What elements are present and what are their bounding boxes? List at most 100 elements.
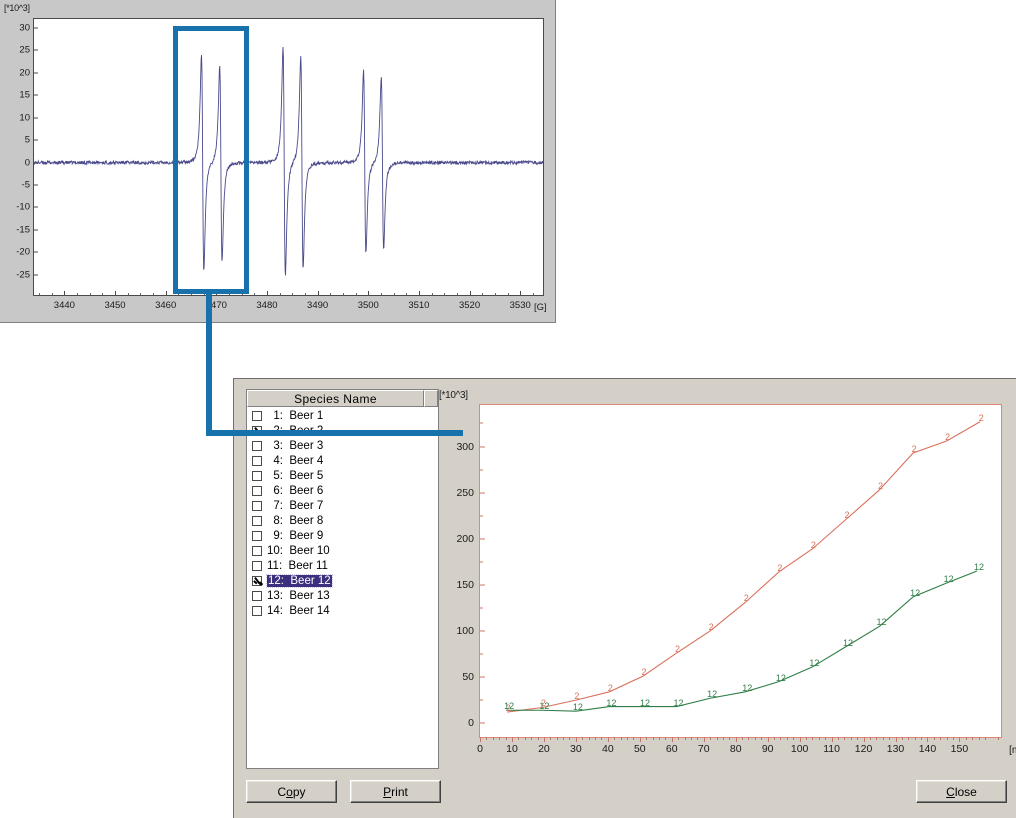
- zoom-region-highlight-box: [173, 26, 249, 294]
- species-extra-column-header[interactable]: [424, 390, 438, 407]
- close-button[interactable]: Close: [916, 780, 1007, 803]
- spectrum-y-tick-label: -5: [21, 179, 30, 191]
- kinetics-y-tick-mark: [480, 630, 485, 632]
- kinetics-data-point-label: 2: [911, 443, 917, 454]
- kinetics-y-minor-tick: [480, 653, 483, 655]
- species-checkbox[interactable]: [252, 560, 262, 571]
- species-list-item[interactable]: 7: Beer 7: [247, 498, 438, 513]
- kinetics-data-point-label: 12: [910, 587, 921, 598]
- kinetics-x-minor-tick: [710, 737, 712, 740]
- species-item-label: 13: Beer 13: [267, 589, 330, 602]
- kinetics-data-point-label: 12: [639, 697, 651, 708]
- species-list-item[interactable]: 12: Beer 12: [247, 573, 438, 588]
- spectrum-y-tick-mark: [34, 49, 38, 51]
- kinetics-x-minor-tick: [531, 737, 533, 740]
- spectrum-x-minor-tick: [77, 293, 79, 295]
- kinetics-x-tick-mark: [895, 737, 897, 742]
- spectrum-x-minor-tick: [102, 293, 104, 295]
- kinetics-x-tick-label: 140: [918, 743, 937, 755]
- print-label-post: rint: [391, 784, 408, 799]
- kinetics-x-tick-mark: [671, 737, 673, 742]
- kinetics-x-tick-label: 60: [665, 743, 678, 755]
- spectrum-y-tick-label: 20: [19, 67, 30, 79]
- species-checkbox[interactable]: [252, 575, 262, 586]
- kinetics-data-point-label: 2: [675, 644, 681, 655]
- kinetics-x-minor-tick: [658, 737, 660, 740]
- spectrum-y-tick-label: -10: [16, 201, 30, 213]
- kinetics-y-tick-label: 0: [468, 717, 474, 730]
- species-list-item[interactable]: 9: Beer 9: [247, 528, 438, 543]
- species-checkbox[interactable]: [252, 530, 262, 541]
- kinetics-x-minor-tick: [627, 737, 629, 740]
- spectrum-x-minor-tick: [51, 293, 53, 295]
- copy-button[interactable]: Co py: [246, 780, 337, 803]
- kinetics-y-tick-mark: [480, 492, 485, 494]
- species-checkbox[interactable]: [252, 455, 262, 466]
- species-list-item[interactable]: 5: Beer 5: [247, 468, 438, 483]
- species-list-item[interactable]: 14: Beer 14: [247, 603, 438, 618]
- species-checkbox[interactable]: [252, 485, 262, 496]
- species-list-item[interactable]: 10: Beer 10: [247, 543, 438, 558]
- species-item-label: 3: Beer 3: [267, 439, 324, 452]
- species-list-header: Species Name: [247, 390, 438, 407]
- copy-label-post: py: [292, 784, 306, 799]
- spectrum-x-minor-tick: [482, 293, 484, 295]
- kinetics-x-minor-tick: [697, 737, 699, 740]
- kinetics-x-tick-label: 110: [823, 743, 840, 755]
- spectrum-y-unit-label: [*10^3]: [4, 3, 30, 13]
- species-list-item[interactable]: 1: Beer 1: [247, 408, 438, 423]
- spectrum-y-tick-mark: [34, 251, 38, 253]
- kinetics-x-tick-mark: [927, 737, 929, 742]
- kinetics-x-tick-mark: [703, 737, 705, 742]
- kinetics-x-minor-tick: [518, 737, 520, 740]
- kinetics-x-minor-tick: [876, 737, 878, 740]
- species-item-label: 10: Beer 10: [267, 544, 330, 557]
- species-list-item[interactable]: 13: Beer 13: [247, 588, 438, 603]
- spectrum-y-tick-mark: [34, 72, 38, 74]
- kinetics-x-minor-tick: [678, 737, 680, 740]
- kinetics-x-minor-tick: [812, 737, 814, 740]
- species-list-item[interactable]: 6: Beer 6: [247, 483, 438, 498]
- kinetics-x-minor-tick: [953, 737, 955, 740]
- species-checkbox[interactable]: [252, 605, 262, 616]
- kinetics-x-minor-tick: [972, 737, 974, 740]
- copy-label-pre: C: [277, 784, 287, 799]
- species-checkbox[interactable]: [252, 590, 262, 601]
- species-item-label: 4: Beer 4: [267, 454, 324, 467]
- kinetics-x-minor-tick: [869, 737, 871, 740]
- spectrum-x-tick-label: 3500: [357, 300, 379, 311]
- species-checkbox[interactable]: [252, 545, 262, 556]
- kinetics-plot-area: 0 50 100 150 200 250 300 0 10 20 30 40 50 60 70 80 90 10…: [456, 404, 1002, 755]
- species-checkbox[interactable]: [252, 515, 262, 526]
- species-list-item[interactable]: 4: Beer 4: [247, 453, 438, 468]
- kinetics-x-tick-mark: [831, 737, 833, 742]
- kinetics-x-minor-tick: [690, 737, 692, 740]
- kinetics-x-minor-tick: [620, 737, 622, 740]
- species-list-item[interactable]: 8: Beer 8: [247, 513, 438, 528]
- print-button[interactable]: Print: [350, 780, 441, 803]
- spectrum-x-tick-label: 3490: [307, 300, 329, 311]
- species-checkbox[interactable]: [252, 440, 262, 451]
- spectrum-x-minor-tick: [140, 293, 142, 295]
- kinetics-x-minor-tick: [850, 737, 852, 740]
- species-checkbox[interactable]: [252, 500, 262, 511]
- species-list-item[interactable]: 3: Beer 3: [247, 438, 438, 453]
- spectrum-y-tick-mark: [34, 229, 38, 231]
- spectrum-y-tick-mark: [34, 27, 38, 29]
- species-list[interactable]: Species Name 1: Beer 1 2: Beer 2 3: Beer…: [246, 389, 439, 769]
- species-item-label: 5: Beer 5: [267, 469, 324, 482]
- kinetics-x-tick-mark: [863, 737, 865, 742]
- kinetics-data-point-label: 2: [743, 593, 749, 604]
- kinetics-x-minor-tick: [786, 737, 788, 740]
- species-list-item[interactable]: 11: Beer 11: [247, 558, 438, 573]
- species-name-column-header[interactable]: Species Name: [247, 390, 424, 407]
- kinetics-x-minor-tick: [633, 737, 635, 740]
- species-checkbox[interactable]: [252, 410, 262, 421]
- species-item-container: 1: Beer 1 2: Beer 2 3: Beer 3 4: Beer 4 …: [247, 407, 438, 618]
- kinetics-data-point-label: 12: [775, 672, 786, 683]
- kinetics-x-tick-mark: [575, 737, 577, 742]
- species-checkbox[interactable]: [252, 470, 262, 481]
- kinetics-x-minor-tick: [652, 737, 654, 740]
- kinetics-x-minor-tick: [793, 737, 795, 740]
- spectrum-x-minor-tick: [431, 293, 433, 295]
